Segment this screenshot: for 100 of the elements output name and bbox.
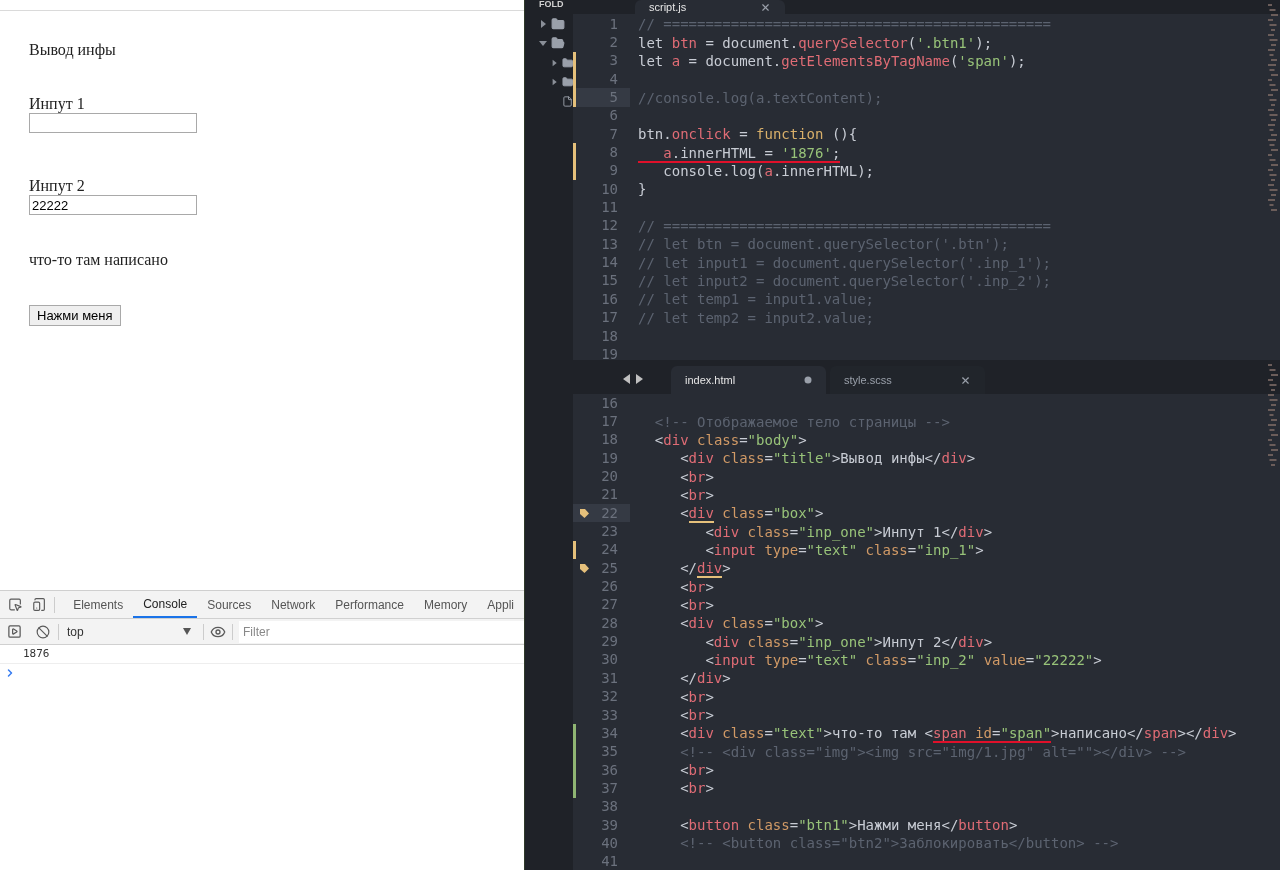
line-number: 8 [609,143,618,163]
line-number: 18 [601,430,618,450]
line-number: 41 [601,852,618,870]
code-line: // let btn = document.querySelector('.btn'); [638,236,1009,253]
devtools-tab[interactable]: Network [261,591,326,618]
line-number: 16 [601,393,618,413]
line-number: 4 [609,69,618,89]
context-select[interactable]: top [67,622,197,641]
code-line: <div class="inp_one">Инпут 2</div> [704,633,993,650]
devtools-tab[interactable]: Elements [63,591,134,618]
page-title: Вывод инфы [29,41,116,59]
code-line: <div class="body"> [653,431,807,448]
code-line: <div class="inp_one">Инпут 1</div> [704,523,993,540]
line-number: 37 [601,778,618,798]
line-number: 16 [601,289,618,309]
code-line: <button class="btn1">Нажми меня</button> [679,817,1018,834]
line-number: 5 [609,88,618,108]
next-arrow-icon[interactable] [635,374,643,384]
code-line: //console.log(a.textContent); [638,89,883,106]
line-number: 18 [601,326,618,346]
line-number: 31 [601,668,618,688]
folder-icon [561,55,573,70]
devtools-tab[interactable]: Appli [477,591,524,618]
tab-label: index.html [685,374,736,386]
tab-label: style.scss [844,374,892,386]
console-message: 1876 [23,645,50,662]
device-icon[interactable] [32,597,47,612]
line-number: 12 [601,216,618,236]
input-label: Инпут 2 [29,177,85,195]
line-number: 14 [601,253,618,273]
code-line: // ============================================== [638,16,1051,33]
devtools-tab[interactable]: Performance [325,591,414,618]
filter-field[interactable]: Filter [239,620,524,643]
line-number: 19 [601,344,618,360]
code-line: let a = document.getElementsByTagName('span'); [638,52,1026,69]
line-number: 25 [601,558,618,578]
devtools-tab[interactable]: Sources [197,591,262,618]
block-icon[interactable] [36,624,50,639]
play-box-icon[interactable] [7,624,22,639]
code-line: <div class="box"> [679,505,824,524]
line-number: 13 [601,234,618,254]
line-number: 35 [601,742,618,762]
inspect-icon[interactable] [8,597,23,612]
line-number: 2 [609,33,618,52]
line-number: 10 [601,179,618,199]
line-number: 9 [609,161,618,181]
line-number: 7 [609,124,618,144]
line-number: 29 [601,632,618,652]
code-line: <!-- <div class="img"><img src="img/1.jpg" alt=""></div> --> [679,743,1186,760]
code-line: <input type="text" class="inp_1"> [704,541,984,558]
folder-icon [551,36,565,51]
line-number: 36 [601,760,618,780]
line-number: 26 [601,577,618,597]
previous-arrow-icon[interactable] [623,374,631,384]
line-number: 39 [601,815,618,835]
editor-tab[interactable]: index.html [671,366,826,394]
line-number: 15 [601,271,618,291]
folder-icon [551,16,565,31]
collapsed-caret-icon[interactable] [551,58,558,67]
code-line: // let temp1 = input1.value; [638,291,874,308]
code-line: a.innerHTML = '1876'; [638,144,841,163]
code-line: <br> [679,596,714,613]
file-icon [561,95,573,109]
code-line: // ============================================== [638,217,1051,234]
code-line: </div> [679,670,731,687]
line-number: 40 [601,833,618,853]
collapsed-caret-icon[interactable] [551,78,558,87]
line-number: 27 [601,595,618,615]
minimap[interactable] [1268,4,1278,214]
code-line: <br> [679,707,714,723]
editor-tab[interactable]: script.js [635,0,785,14]
line-number: 6 [609,106,618,126]
click-button[interactable]: Нажми меня [29,305,121,326]
page-text: что-то там написано [29,251,168,269]
tab-label: script.js [649,1,687,13]
code-line: // let input1 = document.querySelector('.inp_1'); [638,254,1051,271]
input-field[interactable]: 22222 [29,195,197,215]
code-line: <br> [679,762,714,779]
code-line: let btn = document.querySelector('.btn1'); [638,34,993,51]
collapsed-caret-icon[interactable] [539,19,547,28]
code-line: <br> [679,780,714,797]
code-line: // let temp2 = input2.value; [638,309,874,326]
code-line: <br> [679,468,714,485]
close-icon[interactable] [760,1,771,13]
code-line: </div> [679,560,731,579]
line-number: 21 [601,485,618,505]
code-line: <br> [679,578,714,595]
devtools-tab[interactable]: Memory [413,591,478,618]
line-number: 23 [601,522,618,542]
code-line: // let input2 = document.querySelector('.inp_2'); [638,273,1051,289]
line-number: 11 [601,198,618,218]
input-field[interactable] [29,113,197,133]
expanded-caret-icon[interactable] [539,39,547,48]
code-line: <!-- <button class="btn2">Заблокировать</button> --> [679,835,1119,852]
close-icon[interactable] [960,374,971,386]
line-number: 32 [601,687,618,707]
minimap[interactable] [1268,364,1278,469]
sidebar-header: FOLD [539,0,565,8]
line-number: 3 [609,51,618,71]
line-number: 28 [601,613,618,633]
